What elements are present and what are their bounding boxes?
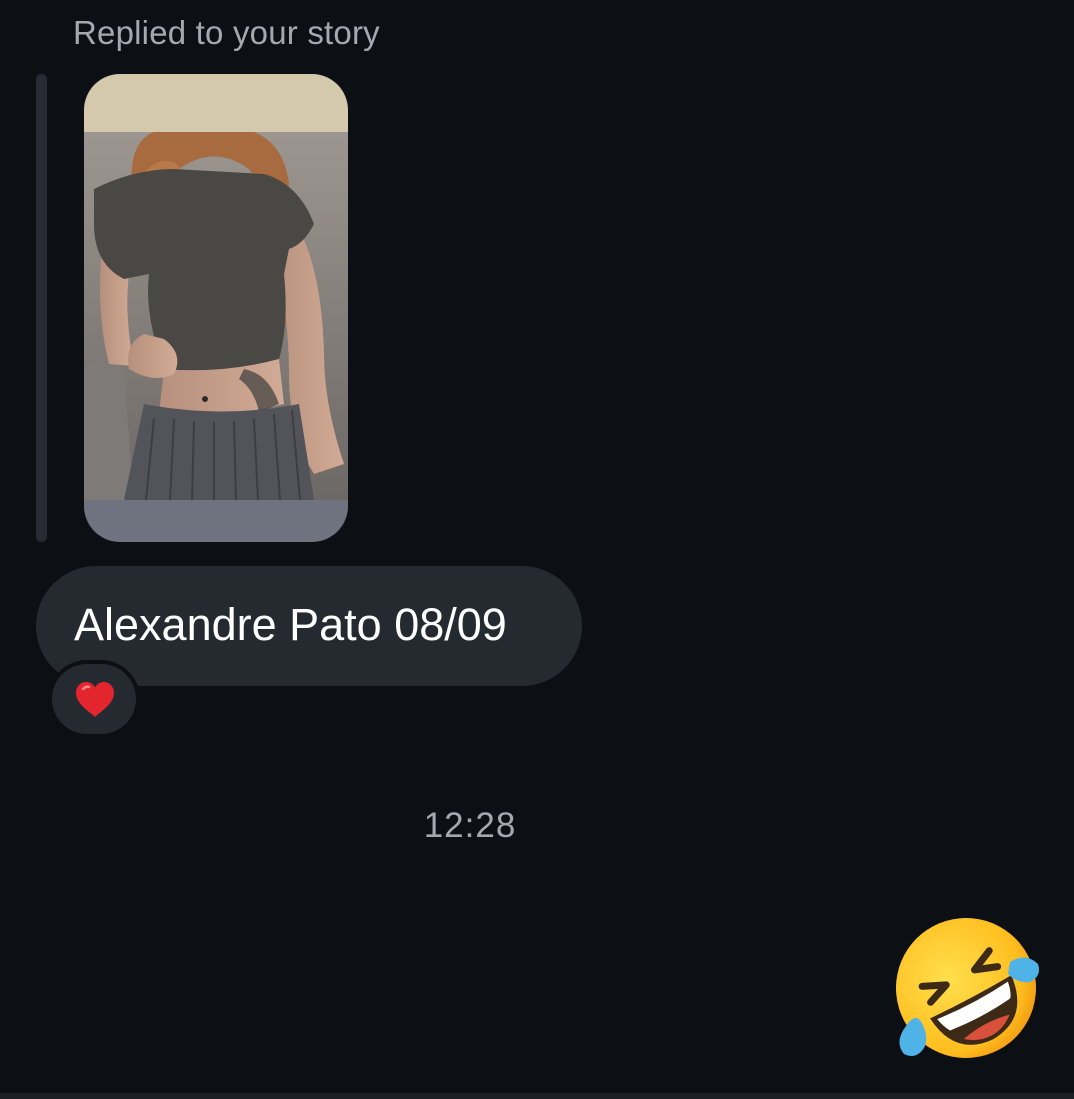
red-heart-icon — [76, 682, 114, 717]
reaction-background — [52, 664, 136, 734]
story-reply-label: Replied to your story — [73, 14, 380, 51]
story-reply-bar — [36, 74, 47, 542]
story-photo-thumbnail — [84, 74, 348, 542]
message-timestamp: 12:28 — [423, 806, 517, 845]
sent-emoji-message[interactable] — [890, 914, 1044, 1062]
rolling-on-the-floor-laughing-icon — [896, 918, 1039, 1058]
bottom-divider — [0, 1093, 1074, 1099]
story-thumbnail[interactable] — [84, 74, 348, 542]
reaction-badge[interactable] — [48, 660, 140, 738]
message-text: Alexandre Pato 08/09 — [74, 599, 507, 650]
